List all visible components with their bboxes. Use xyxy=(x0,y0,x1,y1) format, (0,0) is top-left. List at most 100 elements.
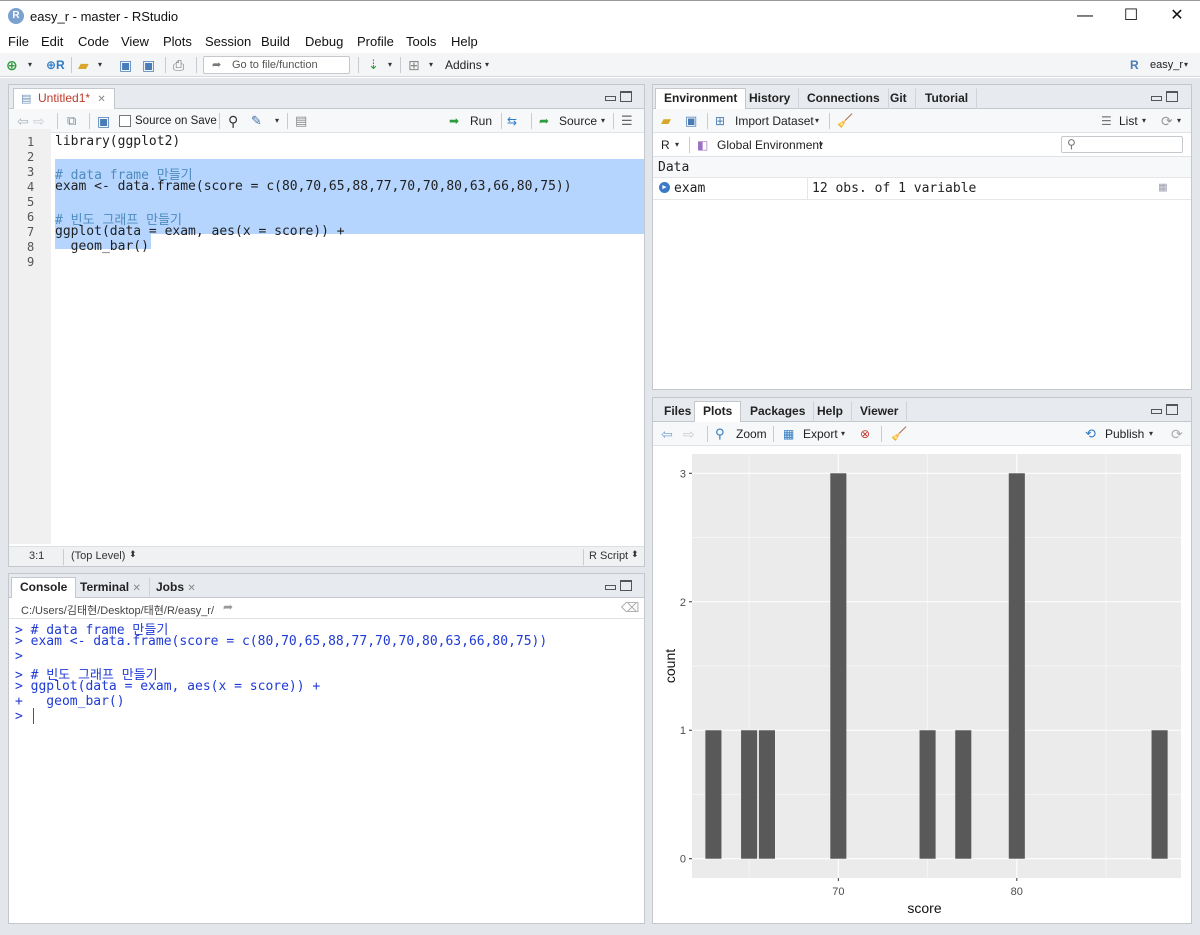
publish-button[interactable]: Publish xyxy=(1105,426,1144,442)
save-icon[interactable]: ▣ xyxy=(97,113,110,129)
menu-file[interactable]: File xyxy=(8,34,29,49)
git-icon[interactable]: ⇣ xyxy=(368,57,379,73)
rerun-icon[interactable]: ⇆ xyxy=(507,113,517,129)
tab-environment[interactable]: Environment xyxy=(655,88,747,110)
expand-icon[interactable]: ▶ xyxy=(659,182,670,193)
addins-menu[interactable]: Addins xyxy=(445,57,482,73)
refresh-icon[interactable]: ⟳ xyxy=(1171,426,1183,442)
maximize-button[interactable]: ☐ xyxy=(1108,1,1154,31)
run-button[interactable]: Run xyxy=(470,113,492,129)
tab-untitled1[interactable]: ▤ Untitled1* ✕ xyxy=(13,88,115,110)
save-all-icon[interactable]: ▣ xyxy=(142,57,155,73)
chevron-down-icon[interactable]: ▾ xyxy=(601,113,605,129)
chevron-down-icon[interactable]: ▾ xyxy=(1142,113,1146,129)
forward-arrow-icon[interactable]: ⇨ xyxy=(683,426,695,442)
scope-indicator[interactable]: (Top Level) xyxy=(71,550,125,562)
back-arrow-icon[interactable]: ⇦ xyxy=(17,113,29,129)
export-button[interactable]: Export xyxy=(803,426,838,442)
save-workspace-icon[interactable]: ▣ xyxy=(685,113,697,129)
close-button[interactable]: ✕ xyxy=(1154,1,1200,31)
chevron-down-icon[interactable]: ▾ xyxy=(485,57,489,73)
chevron-down-icon[interactable]: ▾ xyxy=(28,57,32,73)
pane-min-max[interactable] xyxy=(1151,404,1179,416)
tab-history[interactable]: History xyxy=(740,88,800,109)
pane-min-max[interactable] xyxy=(605,91,633,103)
bar-score-80 xyxy=(1008,473,1025,859)
zoom-button[interactable]: Zoom xyxy=(736,426,767,442)
menu-tools[interactable]: Tools xyxy=(406,34,436,49)
forward-arrow-icon[interactable]: ⇨ xyxy=(33,113,45,129)
tab-git[interactable]: Git xyxy=(881,88,916,109)
new-file-icon[interactable]: ⊕ xyxy=(6,57,18,73)
tab-tutorial[interactable]: Tutorial xyxy=(916,88,978,109)
tab-help[interactable]: Help xyxy=(808,401,853,422)
menu-edit[interactable]: Edit xyxy=(41,34,63,49)
close-icon[interactable]: ✕ xyxy=(97,94,105,105)
pane-min-max[interactable] xyxy=(605,580,633,592)
minimize-button[interactable]: — xyxy=(1062,1,1108,31)
tab-terminal[interactable]: Terminal ✕ xyxy=(71,577,150,598)
chevron-down-icon[interactable]: ▾ xyxy=(98,57,102,73)
language-select[interactable]: R xyxy=(661,137,670,153)
show-in-window-icon[interactable]: ⧉ xyxy=(67,113,76,129)
chevron-down-icon[interactable]: ▾ xyxy=(275,113,279,129)
menu-build[interactable]: Build xyxy=(261,34,290,49)
view-table-icon[interactable]: ▦ xyxy=(1159,180,1167,195)
import-dataset-button[interactable]: Import Dataset xyxy=(735,113,814,129)
tab-packages[interactable]: Packages xyxy=(741,401,815,422)
chevron-down-icon[interactable]: ▾ xyxy=(819,137,823,153)
save-icon[interactable]: ▣ xyxy=(119,57,132,73)
chevron-down-icon[interactable]: ▾ xyxy=(1177,113,1181,129)
chevron-down-icon[interactable]: ▾ xyxy=(388,57,392,73)
compile-report-icon[interactable]: ▤ xyxy=(295,113,307,129)
chevron-down-icon[interactable]: ▾ xyxy=(675,137,679,153)
broom-icon[interactable]: 🧹 xyxy=(837,113,853,129)
global-environment-select[interactable]: Global Environment xyxy=(717,137,822,153)
source-button[interactable]: Source xyxy=(559,113,597,129)
search-icon[interactable]: ⚲ xyxy=(228,113,238,129)
menu-session[interactable]: Session xyxy=(205,34,251,49)
remove-plot-icon[interactable]: ⊗ xyxy=(860,426,870,442)
goto-file-input[interactable]: ➦ Go to file/function xyxy=(203,56,350,74)
back-arrow-icon[interactable]: ⇦ xyxy=(661,426,673,442)
menu-plots[interactable]: Plots xyxy=(163,34,192,49)
chevron-down-icon[interactable]: ▾ xyxy=(1184,57,1188,73)
chevron-down-icon[interactable]: ▾ xyxy=(815,113,819,129)
document-outline-icon[interactable]: ☰ xyxy=(621,113,633,129)
tab-jobs[interactable]: Jobs ✕ xyxy=(147,577,205,598)
clear-console-icon[interactable]: ⌫ xyxy=(621,600,639,616)
env-row-exam[interactable]: ▶ exam 12 obs. of 1 variable ▦ xyxy=(653,178,1191,200)
go-to-directory-icon[interactable]: ➦ xyxy=(223,600,233,614)
close-icon[interactable]: ✕ xyxy=(187,583,195,594)
file-type-indicator[interactable]: R Script xyxy=(589,550,628,562)
new-project-icon[interactable]: ⊕R xyxy=(46,57,65,73)
tab-connections[interactable]: Connections xyxy=(798,88,889,109)
menu-profile[interactable]: Profile xyxy=(357,34,394,49)
magic-wand-icon[interactable]: ✎ xyxy=(251,113,262,129)
tab-viewer[interactable]: Viewer xyxy=(851,401,908,422)
workspace-panes-icon[interactable]: ⊞ xyxy=(408,57,420,73)
menu-debug[interactable]: Debug xyxy=(305,34,343,49)
source-on-save-checkbox[interactable] xyxy=(119,115,131,127)
pane-min-max[interactable] xyxy=(1151,91,1179,103)
chevron-down-icon[interactable]: ▾ xyxy=(1149,426,1153,442)
refresh-icon[interactable]: ⟳ xyxy=(1161,113,1173,129)
tab-console[interactable]: Console xyxy=(11,577,77,599)
open-folder-icon[interactable]: ▰ xyxy=(78,57,89,73)
chevron-down-icon[interactable]: ▾ xyxy=(429,57,433,73)
working-directory: C:/Users/김태현/Desktop/태현/R/easy_r/ xyxy=(21,605,215,617)
environment-search-input[interactable]: ⚲ xyxy=(1061,136,1183,153)
toolbar-divider xyxy=(829,113,830,129)
menu-view[interactable]: View xyxy=(121,34,149,49)
chevron-down-icon[interactable]: ▾ xyxy=(841,426,845,442)
print-icon[interactable]: ⎙ xyxy=(173,57,184,73)
tab-plots[interactable]: Plots xyxy=(694,401,742,423)
tab-jobs-label: Jobs xyxy=(156,580,185,594)
broom-icon[interactable]: 🧹 xyxy=(891,426,907,442)
menu-help[interactable]: Help xyxy=(451,34,478,49)
menu-code[interactable]: Code xyxy=(78,34,109,49)
load-workspace-icon[interactable]: ▰ xyxy=(661,113,671,129)
close-icon[interactable]: ✕ xyxy=(132,583,140,594)
list-view-button[interactable]: List xyxy=(1119,113,1138,129)
project-menu[interactable]: easy_r xyxy=(1150,57,1183,73)
